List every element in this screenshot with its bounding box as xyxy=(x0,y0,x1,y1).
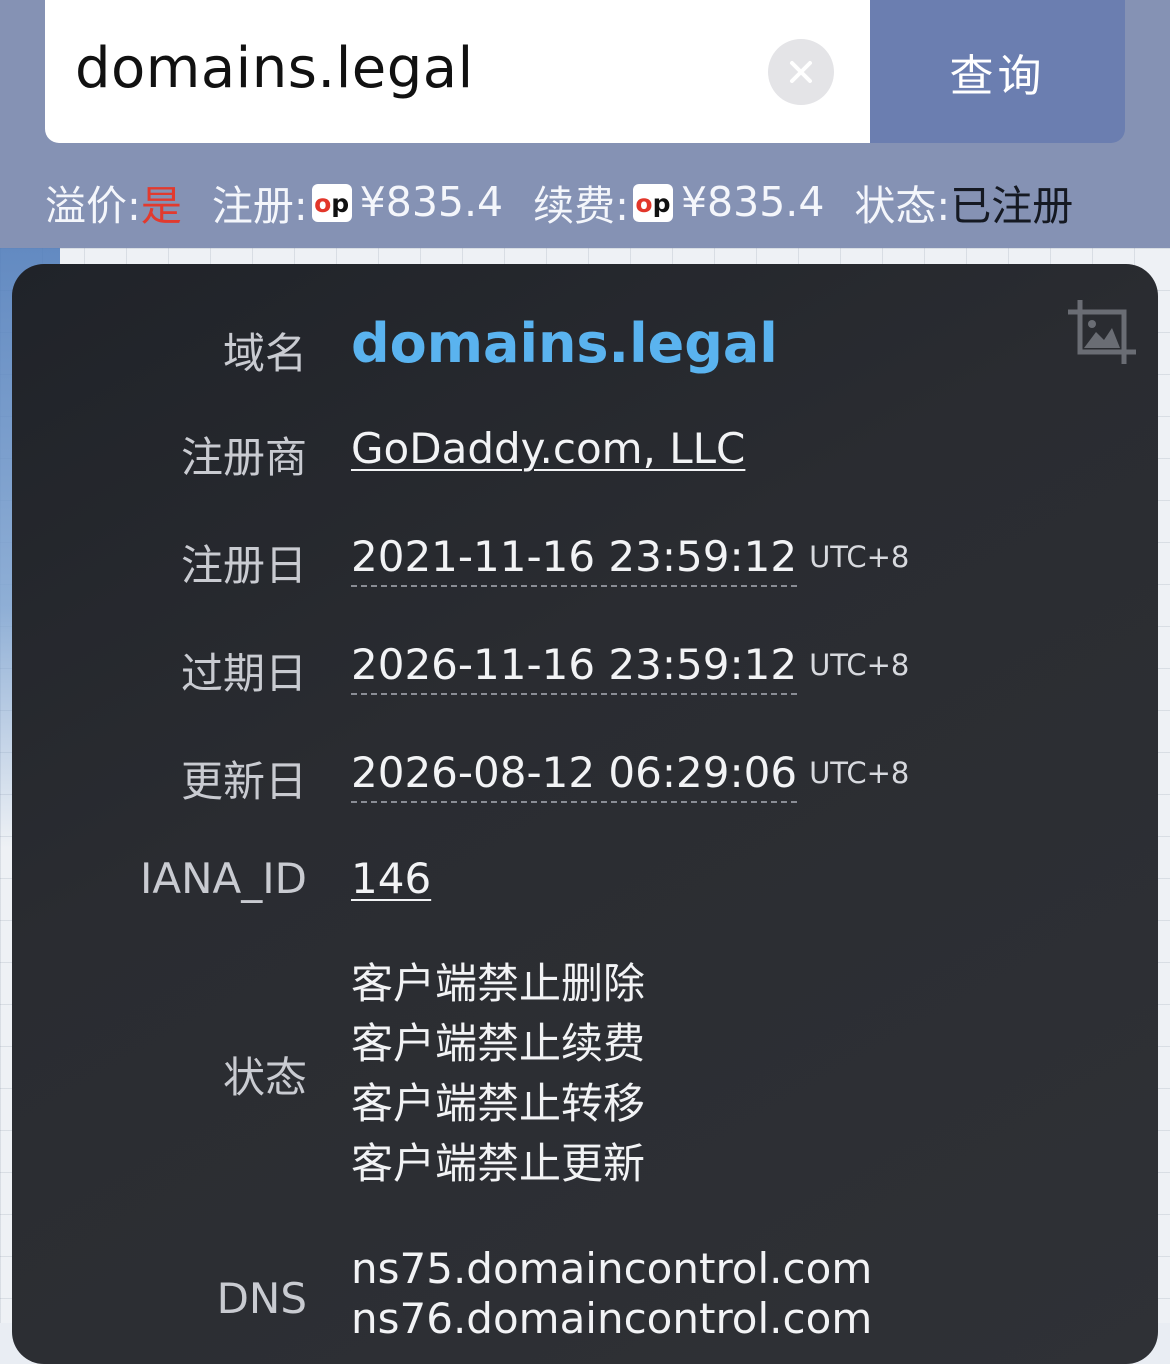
status-label: 状态: xyxy=(854,182,951,230)
iana-label: IANA_ID xyxy=(140,854,307,903)
dns-item: ns76.domaincontrol.com xyxy=(351,1294,873,1343)
expires-label: 过期日 xyxy=(180,649,307,698)
op-renew-badge[interactable]: op xyxy=(632,184,673,222)
whois-card: 域名 domains.legal 注册商 GoDaddy.com, LLC 注册… xyxy=(12,264,1158,1364)
op-registrar-badge[interactable]: op xyxy=(311,184,352,222)
iana-link[interactable]: 146 xyxy=(351,854,431,903)
register-label: 注册: xyxy=(211,182,308,230)
expires-value[interactable]: 2026-11-16 23:59:12 UTC+8 xyxy=(351,640,910,695)
dns-list: ns75.domaincontrol.com ns76.domaincontro… xyxy=(351,1244,872,1344)
domain-value: domains.legal xyxy=(351,312,778,375)
close-icon xyxy=(790,61,812,83)
status-field-label: 状态 xyxy=(222,1053,307,1102)
timezone-label: UTC+8 xyxy=(809,756,910,790)
clear-button[interactable] xyxy=(768,39,834,105)
search-header: domains.legal 查询 溢价: 是 注册: op ¥835.4 续费:… xyxy=(0,0,1170,248)
status-item: 客户端禁止续费 xyxy=(351,1019,646,1068)
premium-value: 是 xyxy=(140,182,182,230)
status-item: 客户端禁止更新 xyxy=(351,1139,646,1188)
price-summary: 溢价: 是 注册: op ¥835.4 续费: op ¥835.4 状态: 已注… xyxy=(45,172,1145,232)
premium-label: 溢价: xyxy=(45,182,141,230)
status-item: 客户端禁止转移 xyxy=(351,1079,646,1128)
renew-price: ¥835.4 xyxy=(680,178,825,226)
created-value[interactable]: 2021-11-16 23:59:12 UTC+8 xyxy=(351,532,910,587)
created-label: 注册日 xyxy=(180,541,307,590)
dns-label: DNS xyxy=(216,1274,307,1323)
timezone-label: UTC+8 xyxy=(809,540,910,574)
updated-value[interactable]: 2026-08-12 06:29:06 UTC+8 xyxy=(351,748,910,803)
registrar-link[interactable]: GoDaddy.com, LLC xyxy=(351,424,745,473)
search-input[interactable]: domains.legal xyxy=(45,0,870,143)
timezone-label: UTC+8 xyxy=(809,648,910,682)
search-query-text[interactable]: domains.legal xyxy=(75,36,474,101)
screenshot-button[interactable] xyxy=(1066,298,1138,370)
renew-label: 续费: xyxy=(533,182,629,230)
updated-label: 更新日 xyxy=(180,757,307,806)
status-item: 客户端禁止删除 xyxy=(351,959,646,1008)
image-crop-icon xyxy=(1068,300,1136,364)
dns-item: ns75.domaincontrol.com xyxy=(351,1244,873,1293)
status-value: 已注册 xyxy=(950,182,1074,230)
domain-label: 域名 xyxy=(222,329,307,378)
registrar-label: 注册商 xyxy=(180,433,307,482)
register-price: ¥835.4 xyxy=(359,178,504,226)
query-button[interactable]: 查询 xyxy=(870,0,1125,143)
status-list: 客户端禁止删除 客户端禁止续费 客户端禁止转移 客户端禁止更新 xyxy=(351,954,645,1194)
